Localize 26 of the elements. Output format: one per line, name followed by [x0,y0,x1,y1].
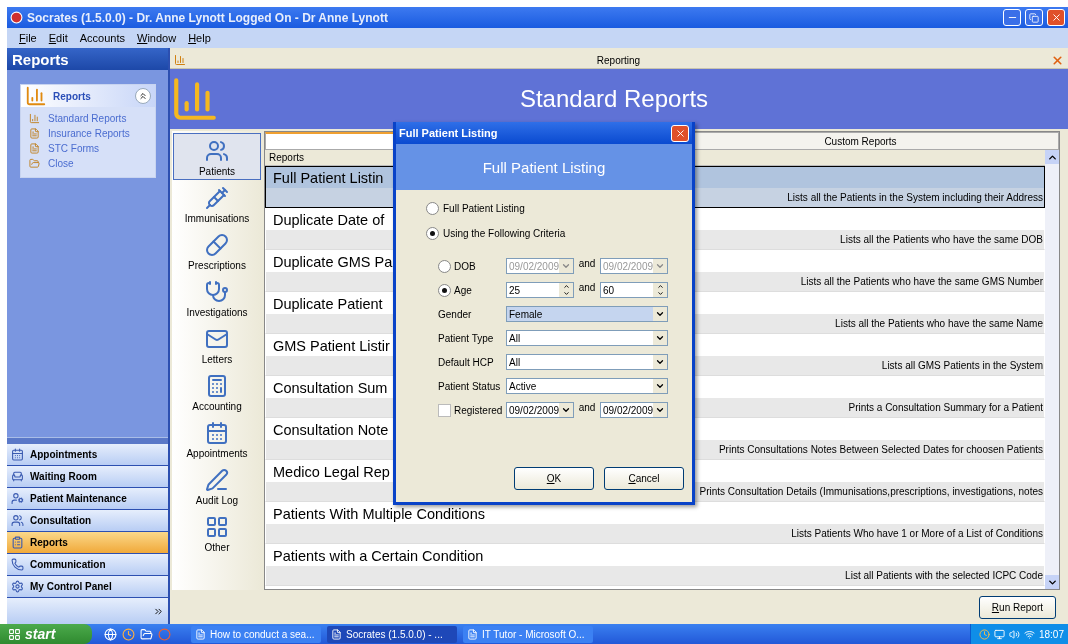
report-title: GMS Patient Listir [272,336,390,356]
report-title: Medico Legal Rep [272,462,390,482]
dialog-title: Full Patient Listing [399,127,499,139]
report-title: Duplicate Patient [272,294,383,314]
report-title: Patients with a Certain Condition [272,546,484,566]
report-description: Lists Patients Who have 1 or More of a List of Conditions [266,524,1044,543]
report-title: Consultation Sum [272,378,388,398]
label: and [577,402,597,413]
field-label: Default HCP [438,356,495,368]
label: and [577,282,597,293]
panel-title: Reporting [595,54,642,66]
report-title: Duplicate GMS Pa [272,252,393,272]
report-description: List all Patients with the selected ICPC Code [266,566,1044,585]
clock-time: 18:07 [1038,628,1064,640]
report-title: Full Patient Listin [272,168,384,188]
report-title: Duplicate Date of [272,210,385,230]
field-label: Patient Status [438,380,502,392]
report-title: Consultation Note [272,420,389,440]
sidebar-title: Reports [7,48,168,70]
label: and [577,258,597,269]
dialog-header: Full Patient Listing [396,144,692,190]
field-label: Patient Type [438,332,495,344]
panel-title: Reports [53,90,92,102]
banner-title: Standard Reports [518,85,710,113]
window-title: Socrates (1.5.0.0) - Dr. Anne Lynott Logged On - Dr Anne Lynott [27,10,389,25]
report-title: Patients With Multiple Conditions [272,504,485,524]
